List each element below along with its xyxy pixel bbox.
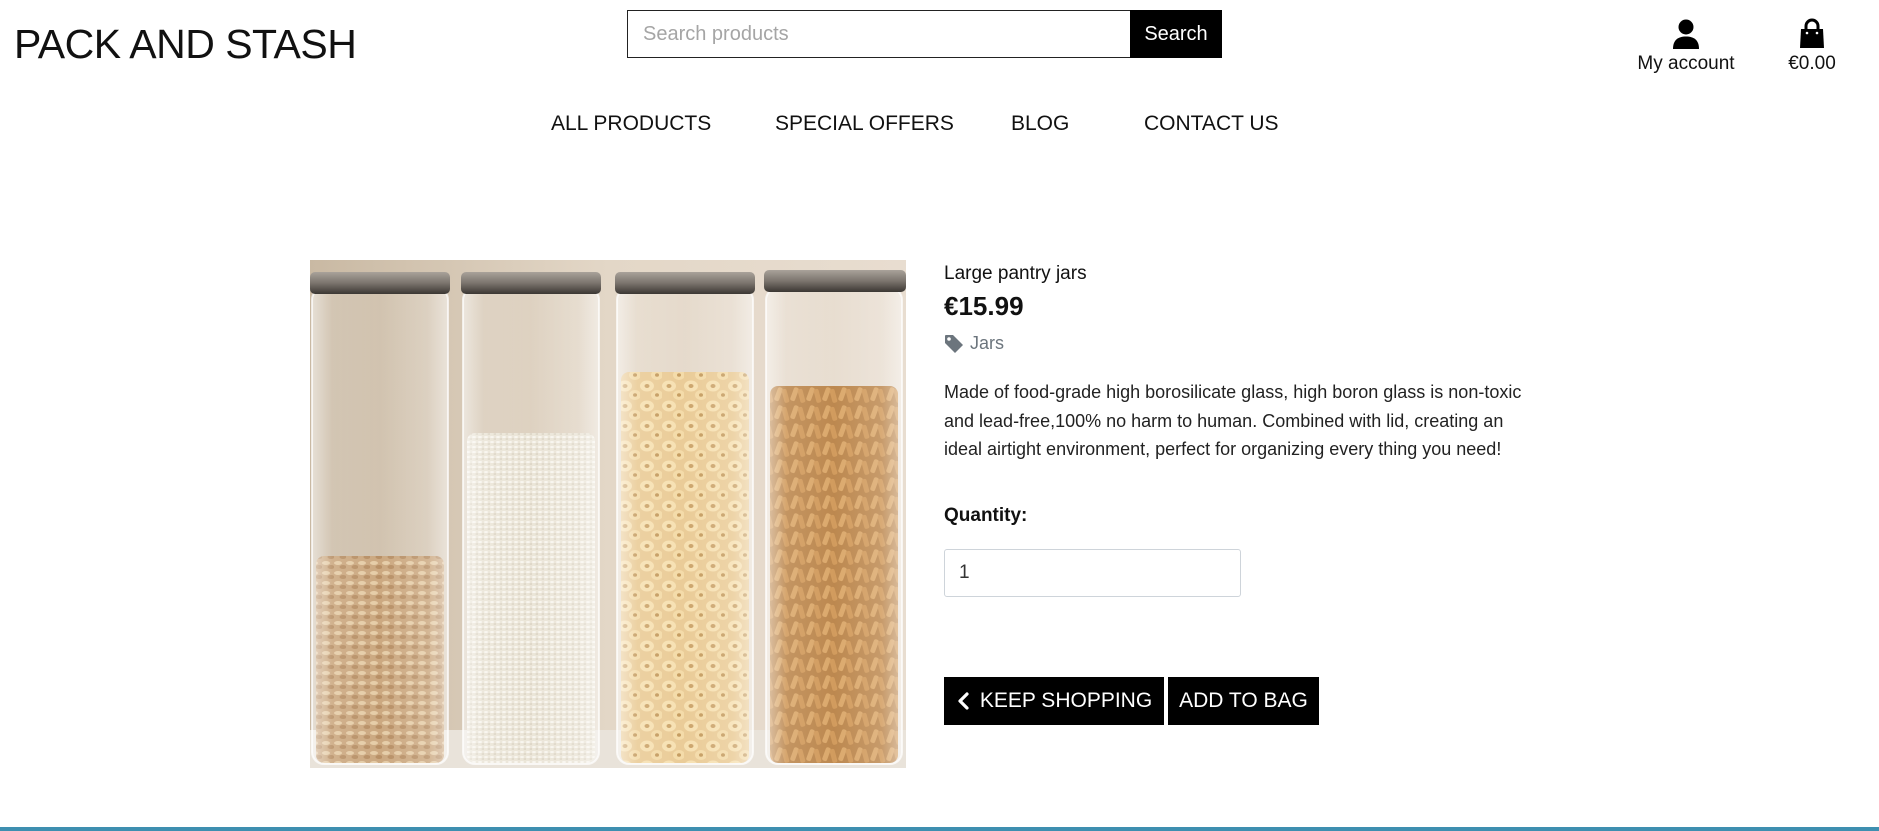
footer-divider [0, 827, 1879, 831]
product-image[interactable] [310, 260, 906, 768]
search-form: Search [627, 10, 1222, 58]
chevron-left-icon [958, 692, 969, 710]
quantity-input[interactable] [944, 549, 1241, 597]
nav-contact-us[interactable]: CONTACT US [1144, 111, 1279, 137]
site-logo[interactable]: PACK AND STASH [14, 20, 357, 68]
my-account-link[interactable]: My account [1630, 18, 1742, 76]
bag-total: €0.00 [1788, 53, 1836, 74]
shopping-bag-icon [1800, 18, 1824, 48]
product-name: Large pantry jars [944, 263, 1087, 284]
search-input[interactable] [627, 10, 1130, 58]
pantry-jars-photo [310, 260, 906, 768]
product-category-link[interactable]: Jars [944, 333, 1004, 354]
add-to-bag-button[interactable]: ADD TO BAG [1168, 677, 1319, 725]
product-description: Made of food-grade high borosilicate gla… [944, 382, 1522, 459]
keep-shopping-button[interactable]: KEEP SHOPPING [944, 677, 1164, 725]
shopping-bag-link[interactable]: €0.00 [1775, 18, 1849, 76]
nav-blog[interactable]: BLOG [1011, 111, 1069, 137]
quantity-label: Quantity: [944, 505, 1028, 526]
keep-shopping-label: KEEP SHOPPING [979, 689, 1153, 712]
my-account-label: My account [1637, 53, 1735, 74]
nav-special-offers[interactable]: SPECIAL OFFERS [775, 111, 954, 137]
search-button[interactable]: Search [1130, 10, 1222, 58]
product-category-label: Jars [970, 333, 1005, 353]
user-icon [1673, 19, 1699, 49]
tag-icon [945, 334, 963, 353]
main-navigation: ALL PRODUCTS SPECIAL OFFERS BLOG CONTACT… [0, 111, 1879, 141]
nav-all-products[interactable]: ALL PRODUCTS [551, 111, 711, 137]
product-price: €15.99 [944, 291, 1024, 321]
